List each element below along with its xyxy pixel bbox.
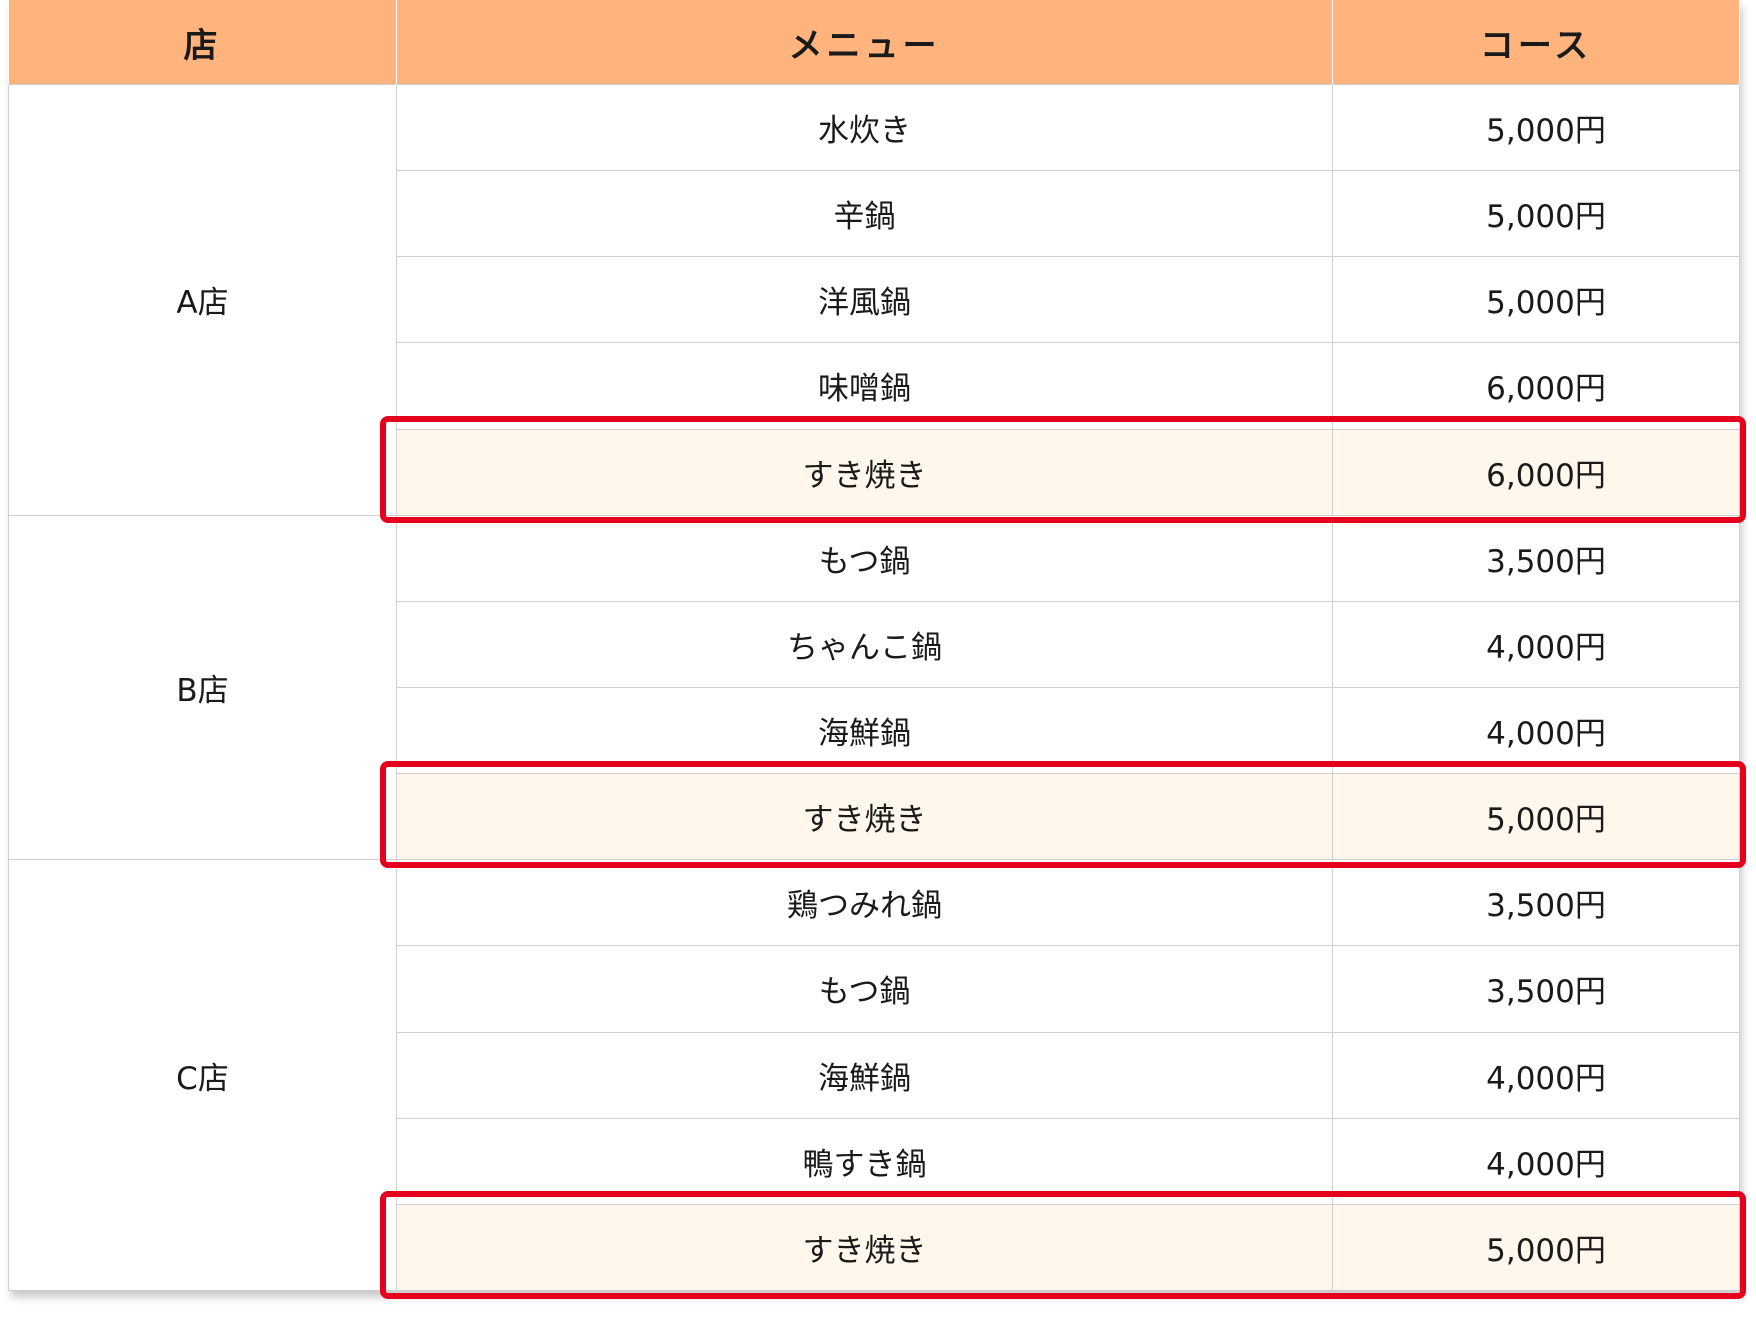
course-price-cell: 6,000円 <box>1332 428 1740 516</box>
menu-table: 店 メニュー コース A店 水炊き 5,000円 辛鍋 5,000円 洋風鍋 5,000円味… <box>8 0 1740 1292</box>
header-store: 店 <box>8 0 397 85</box>
store-name-cell: A店 <box>8 84 397 516</box>
table-row: B店 もつ鍋 3,500円 <box>8 514 1740 861</box>
table-header-row: 店 メニュー コース <box>8 0 1740 85</box>
store-name-cell: B店 <box>8 514 397 861</box>
course-price-cell: 5,000円 <box>1332 83 1740 172</box>
course-price-cell: 5,000円 <box>1332 256 1740 344</box>
menu-cell: すき焼き <box>396 773 1333 861</box>
course-price-cell: 3,500円 <box>1332 514 1740 602</box>
table-body: A店 水炊き 5,000円 辛鍋 5,000円 洋風鍋 5,000円 味噌鍋 6,000円 すき焼… <box>8 83 1740 1292</box>
table-row: C店 鶏つみれ鍋 3,500円 <box>8 859 1740 1291</box>
menu-cell: 水炊き <box>396 83 1333 172</box>
menu-cell: もつ鍋 <box>396 514 1333 602</box>
menu-cell: 味噌鍋 <box>396 342 1333 430</box>
course-price-cell: 4,000円 <box>1332 1031 1740 1119</box>
menu-cell: ちゃんこ鍋 <box>396 600 1333 688</box>
header-course: コース <box>1332 0 1740 85</box>
menu-cell: 鶏つみれ鍋 <box>396 859 1333 947</box>
course-price-cell: 4,000円 <box>1332 686 1740 775</box>
course-price-cell: 5,000円 <box>1332 773 1740 861</box>
menu-table-container: 店 メニュー コース A店 水炊き 5,000円 辛鍋 5,000円 洋風鍋 5,000円味… <box>8 0 1740 1292</box>
menu-cell: 洋風鍋 <box>396 256 1333 344</box>
course-price-cell: 3,500円 <box>1332 859 1740 947</box>
table-row: A店 水炊き 5,000円 <box>8 83 1740 516</box>
course-price-cell: 5,000円 <box>1332 1203 1740 1292</box>
course-price-cell: 4,000円 <box>1332 600 1740 688</box>
menu-cell: 辛鍋 <box>396 170 1333 258</box>
menu-cell: すき焼き <box>396 1203 1333 1292</box>
course-price-cell: 3,500円 <box>1332 945 1740 1033</box>
menu-cell: 鴨すき鍋 <box>396 1117 1333 1205</box>
course-price-cell: 5,000円 <box>1332 170 1740 258</box>
header-menu: メニュー <box>396 0 1333 85</box>
course-price-cell: 4,000円 <box>1332 1117 1740 1205</box>
store-name-cell: C店 <box>8 859 397 1291</box>
menu-cell: もつ鍋 <box>396 945 1333 1033</box>
menu-cell: すき焼き <box>396 428 1333 516</box>
course-price-cell: 6,000円 <box>1332 342 1740 430</box>
menu-cell: 海鮮鍋 <box>396 1031 1333 1119</box>
menu-cell: 海鮮鍋 <box>396 686 1333 775</box>
